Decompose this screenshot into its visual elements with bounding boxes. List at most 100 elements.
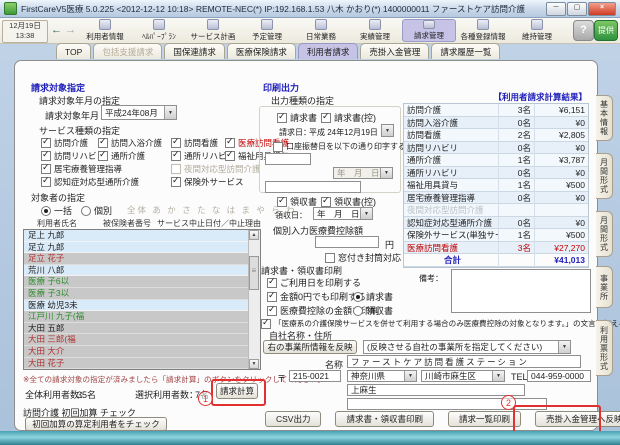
user-list-row[interactable]: 江戸川 九子(福: [24, 311, 249, 323]
side-tab[interactable]: 月間形式: [596, 153, 613, 199]
address-input-2[interactable]: [347, 398, 547, 410]
tab-billing-history[interactable]: 請求履歴一覧: [431, 43, 500, 59]
invoice-date-value[interactable]: 平成 24年12月19日: [309, 127, 378, 138]
deduction-input[interactable]: [315, 236, 379, 248]
service-checkbox[interactable]: 訪問リハビリ: [41, 149, 98, 162]
service-checkbox[interactable]: 通所介護: [98, 149, 171, 162]
back-icon[interactable]: ←: [51, 24, 62, 36]
user-list-row[interactable]: 医療 子3以: [24, 288, 249, 300]
tab-medical-insurance-billing[interactable]: 医療保険請求: [227, 43, 296, 59]
user-list-row[interactable]: 足立 九郎: [24, 242, 249, 254]
side-tab[interactable]: 月間形式: [596, 211, 613, 257]
receipt-date-select[interactable]: 年 月 日▼: [313, 207, 373, 220]
tab-user-billing[interactable]: 利用者請求: [298, 43, 359, 59]
invoice-date-select[interactable]: ▼: [381, 124, 394, 137]
user-list-scrollbar[interactable]: ▲ ▼: [248, 230, 260, 369]
window-envelope-checkbox[interactable]: 窓付き封筒対応: [325, 251, 401, 264]
application-window: FirstCareV5医療 5.0.225 <2012-12-12 10:18>…: [0, 0, 620, 445]
toolbar-performance[interactable]: 実績管理: [348, 19, 402, 42]
service-checkbox[interactable]: 通所リハビリ: [171, 149, 225, 162]
kana-filter[interactable]: 全体 あ か さ た な は ま や ら わ: [127, 204, 297, 216]
tel-input[interactable]: 044-959-0000: [527, 370, 591, 382]
checkbox-icon: [267, 278, 277, 288]
minimize-button[interactable]: －: [546, 2, 566, 16]
user-list-row[interactable]: 荒川 八郎: [24, 265, 249, 277]
receipt-date-label: 領収日：: [275, 210, 307, 221]
user-list-row[interactable]: 医療 子6以: [24, 276, 249, 288]
user-list-row[interactable]: 足上 九郎: [24, 230, 249, 242]
tab-houkatsu-billing[interactable]: 包括支援請求: [93, 43, 162, 59]
transfer-input-2[interactable]: [265, 181, 361, 193]
help-button[interactable]: ?: [573, 20, 594, 41]
target-receipt-radio[interactable]: 領収書: [353, 304, 393, 317]
radio-icon: [353, 306, 363, 316]
forward-icon[interactable]: →: [65, 24, 76, 36]
address-input[interactable]: 上麻生: [347, 384, 525, 396]
toolbar-helper-plan[interactable]: ﾍﾙﾊﾟｰﾌﾟﾗﾝ: [132, 19, 186, 42]
print-usage-date-checkbox[interactable]: ご利用日を印刷する: [267, 276, 361, 289]
user-list-row[interactable]: 大田 大介: [24, 346, 249, 358]
print-zero-amount-checkbox[interactable]: 金額0円でも印刷する: [267, 290, 366, 303]
transfer-date-checkbox[interactable]: 口座振替日を以下の通り印字する: [273, 141, 406, 152]
user-list-row[interactable]: 大田 三郎(福: [24, 334, 249, 346]
tab-top[interactable]: TOP: [56, 43, 91, 59]
service-checkbox[interactable]: 訪問看護: [171, 136, 225, 149]
side-tab[interactable]: 基本情報: [596, 95, 613, 141]
target-invoice-radio[interactable]: 請求書: [353, 290, 393, 303]
wrench-icon: [531, 19, 543, 30]
checkbox-icon: [273, 142, 283, 152]
chevron-down-icon: ▼: [380, 168, 392, 178]
tab-receivables[interactable]: 売掛入金管理: [360, 43, 429, 59]
print-invoice-receipt-button[interactable]: 請求書・領収書印刷: [335, 411, 434, 427]
quick-access-button[interactable]: 提供: [594, 20, 618, 41]
print-invoice-list-button[interactable]: 請求一覧印刷: [448, 411, 521, 427]
service-checkbox[interactable]: 認知症対応型通所介護: [41, 175, 171, 188]
user-list-row[interactable]: 足立 花子: [24, 253, 249, 265]
user-list-row[interactable]: 大田 五郎: [24, 323, 249, 335]
invoice-copy-checkbox[interactable]: 請求書(控): [321, 111, 376, 124]
close-button[interactable]: ×: [588, 2, 616, 16]
checkbox-icon: [267, 306, 277, 316]
deduction-sentence-checkbox[interactable]: 「医療系の介護保険サービスを併せて利用する場合のみ医療費控除の対象となります。」…: [261, 318, 620, 329]
postal-code-input[interactable]: 215-0021: [289, 370, 341, 382]
checkbox-icon: [225, 151, 235, 161]
tab-kokuhoren-billing[interactable]: 国保連請求: [164, 43, 225, 59]
office-select[interactable]: (反映させる自社の事業所を指定してください)▼: [363, 340, 571, 354]
toolbar-user-info[interactable]: 利用者情報: [78, 19, 132, 42]
calc-billing-button[interactable]: 請求計算: [216, 383, 258, 399]
service-checkbox[interactable]: 居宅療養管理指導: [41, 162, 171, 175]
transfer-input-1[interactable]: [265, 153, 311, 165]
scroll-up-icon[interactable]: ▲: [249, 230, 259, 240]
side-tab[interactable]: 利用票形式: [596, 320, 613, 376]
billing-month-select[interactable]: 平成24年08月▼: [101, 105, 177, 120]
user-list-row[interactable]: 医療 幼児3未: [24, 300, 249, 312]
reflect-office-button[interactable]: 右の事業所情報を反映: [263, 340, 357, 354]
checkbox-icon: [41, 177, 51, 187]
city-select[interactable]: 川崎市麻生区▼: [421, 370, 505, 382]
individual-radio[interactable]: 個別: [81, 204, 112, 217]
csv-export-button[interactable]: CSV出力: [265, 411, 321, 427]
company-name-input[interactable]: ファーストケア訪問看護ステーション: [347, 355, 581, 368]
scroll-down-icon[interactable]: ▼: [249, 359, 259, 369]
results-row: 保険外サービス(単独サービス) 1名 ¥500: [404, 229, 588, 242]
toolbar-maintenance[interactable]: 維持管理: [510, 19, 564, 42]
prefecture-select[interactable]: 神奈川県▼: [347, 370, 417, 382]
maximize-button[interactable]: ▢: [567, 2, 587, 16]
toolbar-service-plan[interactable]: サービス計画: [186, 19, 240, 42]
first-add-check-button[interactable]: 初回加算の算定利用者をチェック: [25, 417, 167, 431]
user-list-row[interactable]: 大田 花子: [24, 358, 249, 370]
checkbox-icon: [41, 151, 51, 161]
toolbar-billing[interactable]: 請求管理: [402, 19, 456, 42]
reflect-to-receivables-button[interactable]: 売掛入金管理へ反映: [535, 411, 620, 427]
invoice-checkbox[interactable]: 請求書: [277, 111, 317, 124]
service-checkbox[interactable]: 訪問入浴介護: [98, 136, 171, 149]
toolbar-schedule[interactable]: 予定管理: [240, 19, 294, 42]
toolbar-registration[interactable]: 各種登録情報: [456, 19, 510, 42]
service-checkbox[interactable]: 訪問介護: [41, 136, 98, 149]
batch-radio[interactable]: 一括: [41, 204, 72, 217]
toolbar-daily-tasks[interactable]: 日常業務: [294, 19, 348, 42]
receipt-checkbox[interactable]: 領収書: [277, 195, 317, 208]
remarks-textarea[interactable]: [451, 269, 591, 313]
scrollbar-thumb[interactable]: [249, 256, 259, 290]
side-tab[interactable]: 事業所: [596, 266, 613, 308]
